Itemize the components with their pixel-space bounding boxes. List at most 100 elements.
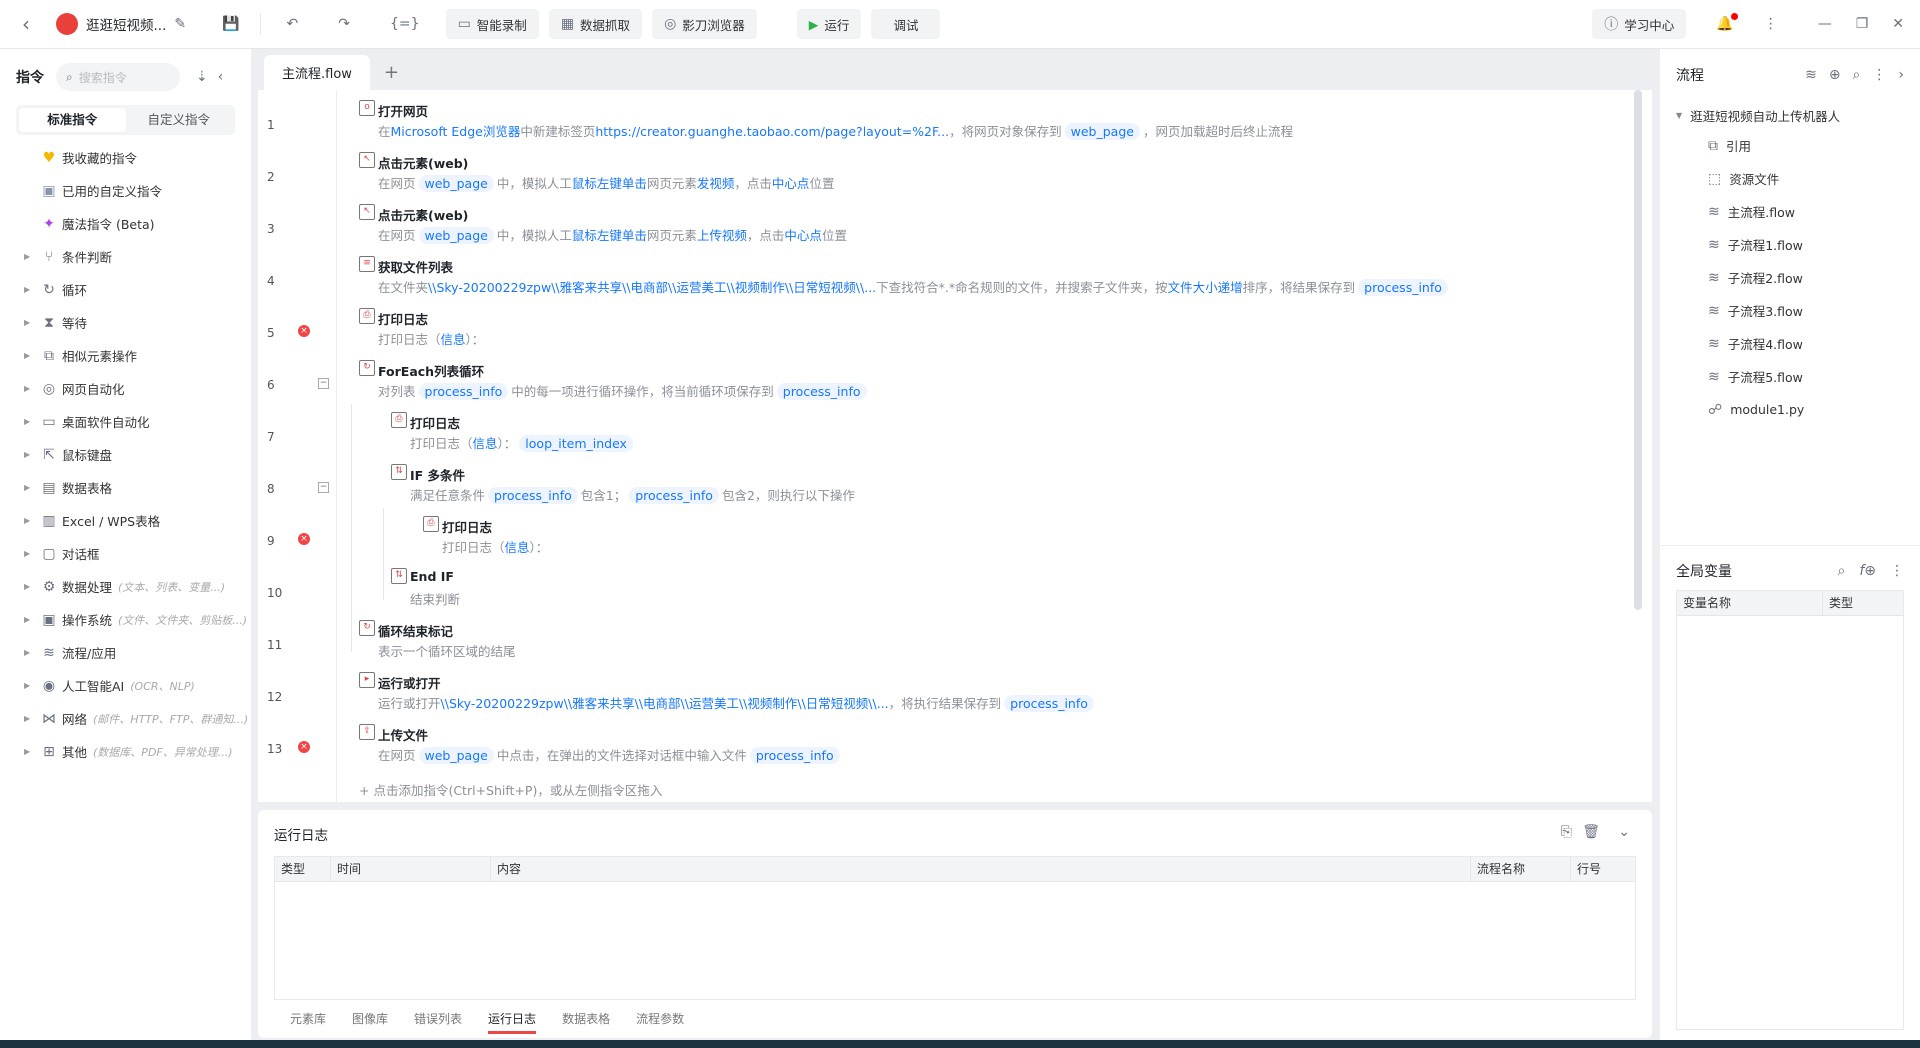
flow-step[interactable]: 13 × ⇪ 上传文件 在网页 web_page 中点击，在弹出的文件选择对话框中输入文件 p… — [258, 724, 1588, 776]
sidebar-group[interactable]: ▶ ⑂ 条件判断 — [0, 240, 251, 273]
param-link[interactable]: 信息 — [505, 540, 530, 555]
variable-icon[interactable]: {=} — [390, 16, 420, 32]
sort-icon[interactable]: ⇣ — [196, 69, 208, 85]
minimize-icon[interactable]: — — [1818, 16, 1832, 32]
param-link[interactable]: 文件大小递增 — [1168, 280, 1243, 295]
add-command-hint[interactable]: + 点击添加指令(Ctrl+Shift+P)，或从左侧指令区拖入 — [359, 780, 662, 799]
variable-chip[interactable]: web_page — [418, 175, 494, 192]
flow-step[interactable]: 5 × ⎙ 打印日志 打印日志（信息）： — [258, 308, 1588, 360]
restore-icon[interactable]: ❐ — [1856, 16, 1869, 32]
log-tab[interactable]: 错误列表 — [414, 1010, 462, 1034]
close-icon[interactable]: ✕ — [1892, 16, 1904, 32]
sidebar-group[interactable]: ▶ ≋ 流程/应用 — [0, 636, 251, 669]
param-link[interactable]: Microsoft Edge浏览器 — [391, 124, 521, 139]
search-input[interactable]: ⌕ 搜索指令 — [56, 63, 180, 91]
sidebar-group[interactable]: ▶ ▤ 数据表格 — [0, 471, 251, 504]
variable-chip[interactable]: process_info — [1004, 695, 1094, 712]
search-icon[interactable]: ⌕ — [1853, 67, 1861, 83]
param-link[interactable]: 发视频 — [697, 176, 735, 191]
redo-icon[interactable]: ↷ — [338, 16, 350, 32]
tree-item[interactable]: ≋ 主流程.flow — [1660, 195, 1920, 228]
sidebar-item[interactable]: ♥ 我收藏的指令 — [0, 141, 251, 174]
sidebar-group[interactable]: ▶ ↻ 循环 — [0, 273, 251, 306]
smart-record-button[interactable]: ▭ 智能录制 — [445, 9, 539, 39]
more-icon[interactable]: ⋮ — [1764, 16, 1778, 32]
variable-chip[interactable]: web_page — [418, 227, 494, 244]
collapse-icon[interactable]: ‹ — [218, 69, 224, 85]
bell-icon[interactable]: 🔔 — [1716, 13, 1738, 32]
flow-step[interactable]: 12 ▸ 运行或打开 运行或打开\\Sky-20200229zpw\\雅客来共享\\电… — [258, 672, 1588, 724]
sidebar-group[interactable]: ▶ ⋈ 网络 (邮件、HTTP、FTP、群通知...) — [0, 702, 251, 735]
sidebar-group[interactable]: ▶ ◉ 人工智能AI (OCR、NLP) — [0, 669, 251, 702]
error-icon[interactable]: × — [298, 741, 310, 753]
save-icon[interactable]: 💾 — [222, 16, 239, 32]
param-link[interactable]: 上传视频 — [697, 228, 747, 243]
tree-root[interactable]: ▼ 逛逛短视频自动上传机器人 — [1660, 101, 1920, 129]
log-tab[interactable]: 运行日志 — [488, 1010, 537, 1034]
tree-item[interactable]: ≋ 子流程1.flow — [1660, 228, 1920, 261]
debug-button[interactable]: 调试 — [871, 9, 941, 39]
param-link[interactable]: \\Sky-20200229zpw\\雅客来共享\\电商部\\运营美工\\视频制… — [428, 280, 876, 295]
param-link[interactable]: 鼠标左键单击 — [572, 228, 647, 243]
tab-main-flow[interactable]: 主流程.flow — [264, 55, 370, 90]
trash-icon[interactable]: 🗑 — [1582, 824, 1600, 840]
flow-step[interactable]: 8− ⇅ IF 多条件 满足任意条件 process_info 包含1； process_i… — [258, 464, 1588, 516]
add-variable-icon[interactable]: f⊕ — [1859, 563, 1876, 579]
flow-step[interactable]: 6− ↻ ForEach列表循环 对列表 process_info 中的每一项进行循环操作… — [258, 360, 1588, 412]
tab-standard[interactable]: 标准指令 — [19, 108, 126, 132]
scrollbar[interactable] — [1634, 90, 1642, 610]
flow-step[interactable]: 7 ⎙ 打印日志 打印日志（信息）： loop_item_index — [258, 412, 1588, 464]
flow-step[interactable]: 3 ↖ 点击元素(web) 在网页 web_page 中，模拟人工鼠标左键单击网页元素上传… — [258, 204, 1588, 256]
variable-chip[interactable]: process_info — [418, 383, 509, 400]
param-link[interactable]: 鼠标左键单击 — [572, 176, 647, 191]
sidebar-group[interactable]: ▶ ▣ 操作系统 (文件、文件夹、剪贴板...) — [0, 603, 251, 636]
undo-icon[interactable]: ↶ — [287, 16, 299, 32]
log-tab[interactable]: 元素库 — [290, 1010, 326, 1034]
flow-step[interactable]: 1 o 打开网页 在Microsoft Edge浏览器中新建标签页https://cr… — [258, 100, 1588, 152]
more-icon[interactable]: ⋮ — [1890, 563, 1904, 579]
tree-item[interactable]: ≋ 子流程4.flow — [1660, 327, 1920, 360]
param-link[interactable]: 信息 — [473, 436, 498, 451]
log-tab[interactable]: 流程参数 — [636, 1010, 684, 1034]
param-link[interactable]: 中心点 — [772, 176, 810, 191]
flow-step[interactable]: 10 ⇅ End IF 结束判断 — [258, 568, 1588, 620]
tree-item[interactable]: ≋ 子流程2.flow — [1660, 261, 1920, 294]
browser-button[interactable]: ◎ 影刀浏览器 — [652, 9, 757, 39]
sidebar-group[interactable]: ▶ ⇱ 鼠标键盘 — [0, 438, 251, 471]
flow-step[interactable]: 4 ≡ 获取文件列表 在文件夹\\Sky-20200229zpw\\雅客来共享\\电商… — [258, 256, 1588, 308]
log-tab[interactable]: 图像库 — [352, 1010, 388, 1034]
sidebar-group[interactable]: ▶ ⧉ 相似元素操作 — [0, 339, 251, 372]
sidebar-group[interactable]: ▶ ⚙ 数据处理 (文本、列表、变量...) — [0, 570, 251, 603]
variable-chip[interactable]: process_info — [1358, 279, 1448, 296]
search-icon[interactable]: ⌕ — [1837, 563, 1845, 579]
learning-center-button[interactable]: ⓘ 学习中心 — [1592, 9, 1687, 39]
sidebar-group[interactable]: ▶ ⊞ 其他 (数据库、PDF、异常处理...) — [0, 735, 251, 768]
sidebar-group[interactable]: ▶ ▥ Excel / WPS表格 — [0, 504, 251, 537]
tree-item[interactable]: ⬚ 资源文件 — [1660, 162, 1920, 195]
error-icon[interactable]: × — [298, 533, 310, 545]
collapse-icon[interactable]: − — [318, 378, 329, 389]
flow-step[interactable]: 2 ↖ 点击元素(web) 在网页 web_page 中，模拟人工鼠标左键单击网页元素发视… — [258, 152, 1588, 204]
variable-chip[interactable]: web_page — [1064, 123, 1140, 140]
tab-custom[interactable]: 自定义指令 — [126, 108, 233, 132]
add-subflow-icon[interactable]: ≋ — [1805, 67, 1817, 83]
flow-step[interactable]: 11 ↻ 循环结束标记 表示一个循环区域的结尾 — [258, 620, 1588, 672]
variable-chip[interactable]: process_info — [629, 487, 719, 504]
more-icon[interactable]: ⋮ — [1872, 67, 1886, 83]
add-module-icon[interactable]: ⊕ — [1829, 67, 1841, 83]
variable-chip[interactable]: web_page — [418, 747, 494, 764]
flow-step[interactable]: 9 × ⎙ 打印日志 打印日志（信息）： — [258, 516, 1588, 568]
sidebar-group[interactable]: ▶ ▢ 对话框 — [0, 537, 251, 570]
chevron-right-icon[interactable]: › — [1898, 67, 1904, 83]
collapse-icon[interactable]: − — [318, 482, 329, 493]
log-tab[interactable]: 数据表格 — [562, 1010, 610, 1034]
variable-chip[interactable]: loop_item_index — [519, 435, 633, 452]
tree-item[interactable]: ≋ 子流程3.flow — [1660, 294, 1920, 327]
sidebar-item[interactable]: ▣ 已用的自定义指令 — [0, 174, 251, 207]
sidebar-group[interactable]: ▶ ⧗ 等待 — [0, 306, 251, 339]
variable-chip[interactable]: process_info — [749, 747, 840, 764]
data-grab-button[interactable]: ▦ 数据抓取 — [548, 9, 643, 39]
variable-chip[interactable]: process_info — [776, 383, 867, 400]
export-icon[interactable]: ⎘ — [1561, 824, 1572, 840]
edit-icon[interactable]: ✎ — [174, 16, 186, 32]
